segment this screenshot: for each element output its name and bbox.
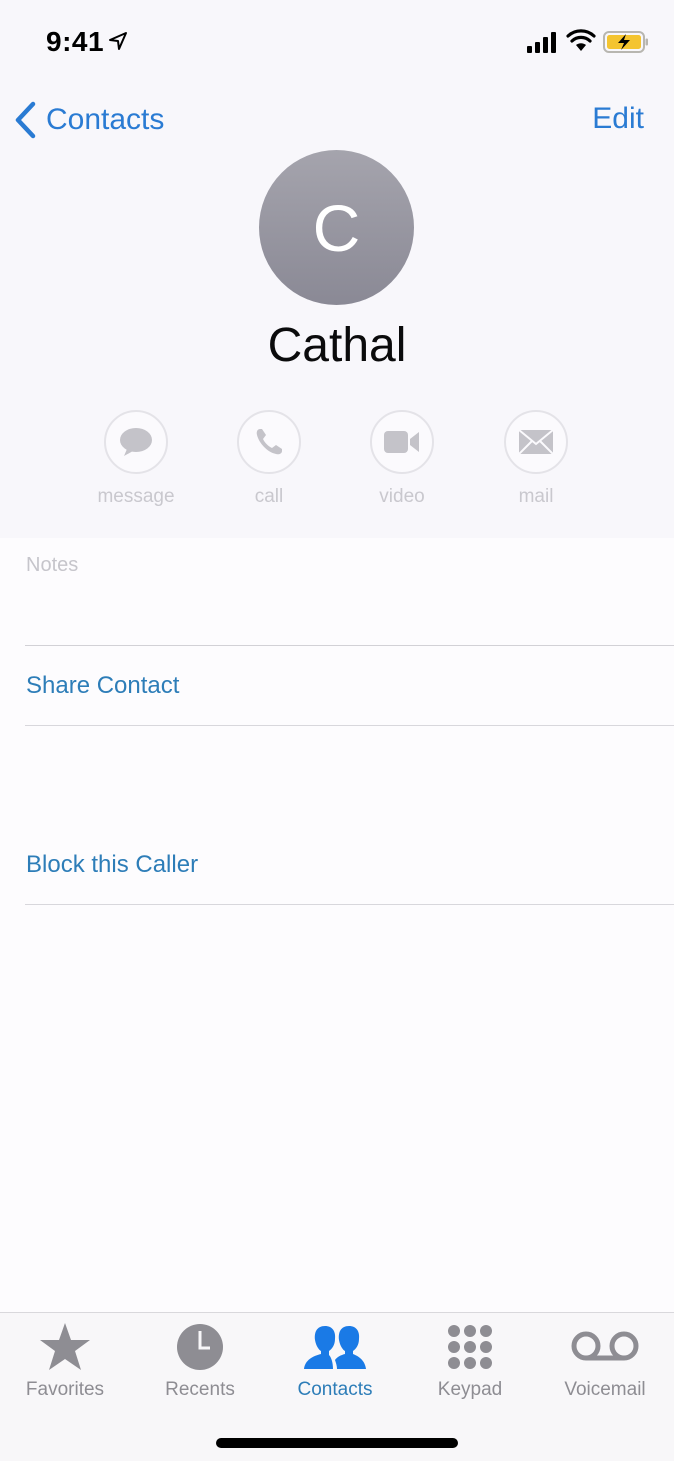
message-action-circle xyxy=(104,410,168,474)
avatar: C xyxy=(259,150,414,305)
tab-contacts[interactable]: Contacts xyxy=(270,1323,400,1401)
video-camera-icon xyxy=(384,431,419,453)
chevron-left-icon xyxy=(15,101,36,139)
message-bubble-icon xyxy=(120,428,152,456)
phone-icon xyxy=(256,429,282,455)
video-action-button[interactable]: video xyxy=(352,410,452,508)
video-action-circle xyxy=(370,410,434,474)
call-label: call xyxy=(254,486,284,507)
tab-voicemail[interactable]: Voicemail xyxy=(540,1323,670,1401)
location-arrow-icon xyxy=(109,32,127,50)
clock-icon xyxy=(177,1324,223,1370)
message-label: message xyxy=(97,486,175,507)
notes-field[interactable]: Notes xyxy=(25,538,674,646)
quick-actions: message call video mail xyxy=(0,410,674,520)
call-action-button[interactable]: call xyxy=(219,410,319,508)
star-icon xyxy=(40,1323,90,1370)
mail-action-button[interactable]: mail xyxy=(486,410,586,508)
envelope-icon xyxy=(519,430,553,454)
wifi-icon xyxy=(566,29,596,51)
tab-recents-label: Recents xyxy=(165,1379,235,1400)
contact-name: Cathal xyxy=(267,319,407,372)
mail-label: mail xyxy=(518,486,554,507)
tab-contacts-label: Contacts xyxy=(297,1379,373,1400)
voicemail-icon xyxy=(571,1331,639,1361)
share-contact-row[interactable]: Share Contact xyxy=(25,646,674,726)
navigation-bar: Contacts Edit xyxy=(0,96,674,146)
mail-action-circle xyxy=(504,410,568,474)
back-button[interactable]: Contacts xyxy=(12,96,164,144)
contact-detail-list: Notes Share Contact Block this Caller xyxy=(0,538,674,905)
keypad-icon xyxy=(448,1325,492,1369)
home-indicator[interactable] xyxy=(216,1438,458,1448)
video-label: video xyxy=(379,486,425,507)
tab-favorites[interactable]: Favorites xyxy=(0,1323,130,1401)
edit-button[interactable]: Edit xyxy=(592,102,644,136)
call-action-circle xyxy=(237,410,301,474)
tab-voicemail-label: Voicemail xyxy=(564,1379,646,1400)
contacts-people-icon xyxy=(304,1326,366,1369)
cellular-signal-icon xyxy=(527,32,556,53)
status-time: 9:41 xyxy=(46,26,105,57)
notes-label: Notes xyxy=(26,554,79,576)
back-label: Contacts xyxy=(46,103,165,136)
tab-favorites-label: Favorites xyxy=(25,1379,105,1400)
status-bar: 9:41 xyxy=(0,0,674,84)
tab-recents[interactable]: Recents xyxy=(135,1323,265,1401)
share-contact-link[interactable]: Share Contact xyxy=(26,672,179,700)
avatar-initial: C xyxy=(312,190,361,265)
tab-keypad-label: Keypad xyxy=(437,1379,503,1400)
block-caller-row[interactable]: Block this Caller xyxy=(25,726,674,905)
block-caller-link[interactable]: Block this Caller xyxy=(26,851,198,879)
battery-charging-icon xyxy=(603,31,648,53)
tab-keypad[interactable]: Keypad xyxy=(405,1323,535,1401)
message-action-button[interactable]: message xyxy=(86,410,186,508)
